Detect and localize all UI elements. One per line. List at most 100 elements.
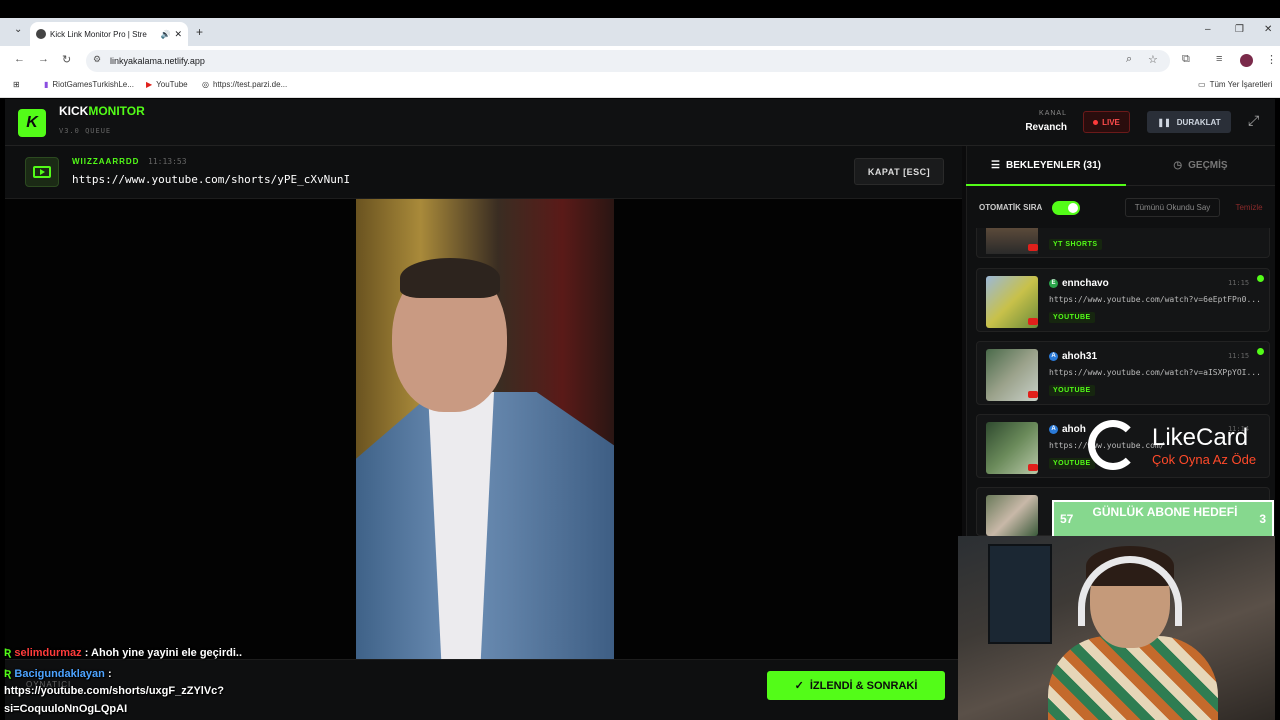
bookmarks-bar — [0, 74, 1280, 98]
queue-username: ahoh31 — [1062, 351, 1098, 362]
tab-favicon-icon — [36, 29, 46, 39]
all-bookmarks[interactable]: ▭ Tüm Yer İşaretleri — [1198, 80, 1272, 89]
webcam-monitor — [988, 544, 1052, 644]
menu-icon[interactable]: ⋮ — [1266, 53, 1277, 66]
chat-line: si=CoquuloNnOgLQpAI — [4, 703, 127, 715]
media-icon[interactable]: ≡ — [1216, 53, 1222, 65]
tab-title: Kick Link Monitor Pro | Stre — [50, 29, 147, 39]
speaker-icon: 🔊 — [160, 29, 171, 39]
reload-icon[interactable]: ↻ — [62, 53, 71, 66]
chat-text: https://youtube.com/shorts/uxgF_zZYlVc? — [4, 685, 225, 697]
exit-fullscreen-icon[interactable]: ⤢ — [1248, 112, 1259, 129]
tab-history-label: GEÇMİŞ — [1188, 160, 1228, 171]
browser-tab[interactable]: Kick Link Monitor Pro | Stre 🔊 ✕ — [30, 22, 188, 46]
video-screen-icon — [25, 157, 59, 187]
pause-icon: ❚❚ — [1157, 117, 1171, 127]
queue-tag: YOUTUBE — [1049, 312, 1095, 323]
tab-waiting[interactable]: ☰ BEKLEYENLER (31) — [966, 146, 1126, 186]
next-label: İZLENDİ & SONRAKİ — [809, 679, 918, 692]
current-time: 11:13:53 — [148, 157, 187, 166]
chat-line: https://youtube.com/shorts/uxgF_zZYlVc? — [4, 685, 224, 697]
auto-queue-label: OTOMATİK SIRA — [979, 203, 1043, 212]
queue-user: Eennchavo — [1049, 278, 1109, 289]
live-button[interactable]: LIVE — [1083, 111, 1130, 133]
likecard-title: LikeCard — [1152, 424, 1249, 451]
likecard-subtitle: Çok Oyna Az Öde — [1152, 452, 1257, 467]
queue-username: ennchavo — [1062, 278, 1109, 289]
version-label: V3.0 QUEUE — [59, 127, 112, 135]
close-window-icon[interactable]: ✕ — [1264, 24, 1272, 35]
bookmark-youtube[interactable]: ▶ YouTube — [146, 80, 188, 89]
youtube-mini-icon — [1028, 464, 1038, 471]
chat-line: Ʀ selimdurmaz : Ahoh yine yayini ele geç… — [4, 647, 242, 659]
bookmark-label: RiotGamesTurkishLe... — [52, 80, 134, 89]
queue-user: Aahoh31 — [1049, 351, 1097, 362]
chat-text: si=CoquuloNnOgLQpAI — [4, 703, 128, 715]
current-url[interactable]: https://www.youtube.com/shorts/yPE_cXvNu… — [72, 173, 350, 186]
queue-time: 11:15 — [1228, 352, 1250, 360]
new-tab-icon[interactable]: + — [196, 25, 203, 39]
top-black-bar — [0, 0, 1280, 18]
queue-user: Aahoh — [1049, 424, 1086, 435]
pause-label: DURAKLAT — [1176, 117, 1221, 127]
queue-url[interactable]: https://www.youtube.com/watch?v=aISXPpYO… — [1049, 368, 1261, 377]
clock-icon: ◷ — [1173, 160, 1183, 171]
profile-avatar[interactable] — [1240, 54, 1253, 67]
auto-queue-toggle[interactable] — [1052, 201, 1080, 215]
pause-button[interactable]: ❚❚ DURAKLAT — [1147, 111, 1231, 133]
chat-text: : Ahoh yine yayini ele geçirdi.. — [84, 647, 243, 659]
kick-badge-icon: Ʀ — [4, 647, 15, 659]
url-text: linkyakalama.netlify.app — [110, 56, 205, 66]
zoom-icon[interactable]: ⌕ — [1126, 53, 1132, 66]
tab-strip — [0, 18, 1280, 46]
chat-line: Ʀ Bacigundaklayan : — [4, 668, 112, 680]
all-bookmarks-label: Tüm Yer İşaretleri — [1209, 80, 1273, 89]
toggle-knob — [1068, 203, 1078, 213]
site-info-icon[interactable]: ⚙ — [93, 54, 101, 65]
close-button[interactable]: KAPAT [ESC] — [854, 158, 944, 185]
forward-icon[interactable]: → — [38, 53, 49, 65]
clear-button[interactable]: Temizle — [1226, 198, 1272, 217]
list-icon: ☰ — [991, 159, 1000, 171]
new-dot-icon — [1257, 275, 1264, 282]
watched-next-button[interactable]: ✓ İZLENDİ & SONRAKİ — [767, 671, 945, 700]
youtube-icon: ▶ — [146, 80, 153, 89]
folder-icon: ▭ — [1198, 80, 1206, 89]
goal-target: 3 — [1259, 512, 1266, 526]
mark-all-read-button[interactable]: Tümünü Okundu Say — [1125, 198, 1220, 217]
queue-url[interactable]: https://www.youtube.com/watch?v=6eEptFPn… — [1049, 295, 1261, 304]
tab-history[interactable]: ◷ GEÇMİŞ — [1126, 146, 1275, 186]
bookmark-star-icon[interactable]: ☆ — [1148, 53, 1158, 66]
extensions-icon[interactable]: ⧉ — [1182, 53, 1190, 66]
goal-current: 57 — [1060, 512, 1074, 526]
apps-icon[interactable]: ⊞ — [13, 80, 20, 89]
queue-username: ahoh — [1062, 424, 1086, 435]
kanal-label: KANAL — [1039, 110, 1067, 117]
check-circle-icon: ✓ — [794, 680, 804, 692]
live-label: LIVE — [1102, 117, 1120, 127]
goal-title: GÜNLÜK ABONE HEDEFİ — [1092, 505, 1238, 519]
live-dot-icon — [1093, 119, 1099, 125]
youtube-mini-icon — [1028, 318, 1038, 325]
current-user: WIIZZAARRDD — [72, 157, 140, 166]
maximize-icon[interactable]: ❐ — [1235, 24, 1244, 35]
globe-icon: ◎ — [202, 80, 209, 89]
likecard-logo-icon — [1088, 420, 1138, 470]
queue-thumb — [986, 495, 1038, 536]
bookmark-label: https://test.parzi.de... — [212, 80, 288, 89]
kick-badge-icon: Ʀ — [4, 668, 15, 680]
address-input[interactable]: linkyakalama.netlify.app — [86, 50, 1170, 72]
back-icon[interactable]: ← — [14, 53, 25, 65]
chat-user: selimdurmaz — [14, 647, 82, 659]
riot-icon: ▮ — [44, 80, 49, 89]
tab-close-icon[interactable]: ✕ — [174, 29, 182, 40]
bookmark-riot[interactable]: ▮ RiotGamesTurkishLe... — [44, 80, 134, 89]
bookmark-parzi[interactable]: ◎ https://test.parzi.de... — [202, 80, 287, 89]
new-dot-icon — [1257, 348, 1264, 355]
minimize-icon[interactable]: – — [1205, 24, 1211, 35]
queue-tag: YT SHORTS — [1049, 239, 1102, 250]
user-badge-icon: E — [1049, 278, 1058, 288]
user-badge-icon: A — [1049, 351, 1058, 361]
tab-list-icon[interactable]: ⌄ — [14, 24, 22, 35]
webcam-overlay — [958, 536, 1275, 720]
